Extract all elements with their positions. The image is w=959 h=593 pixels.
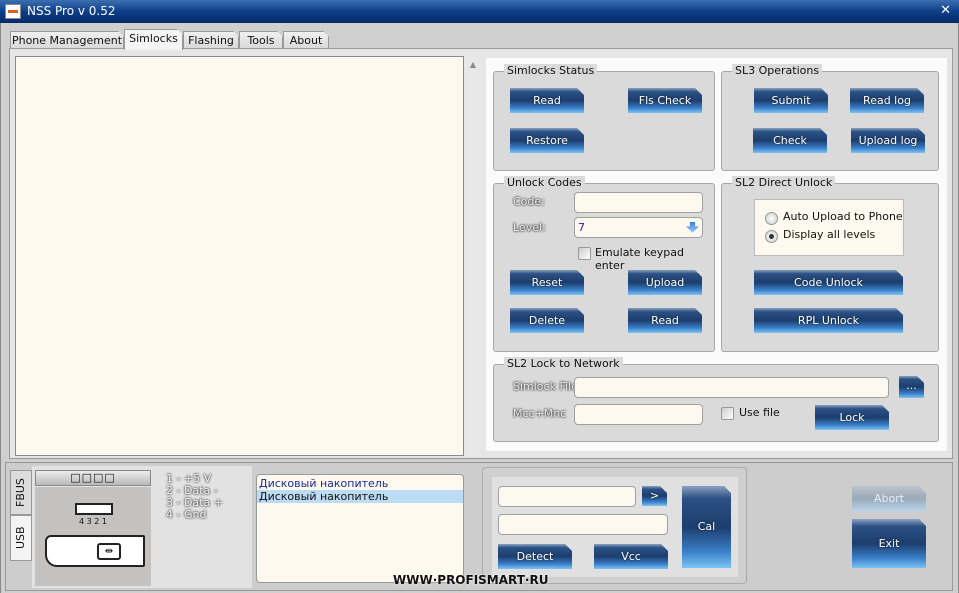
auto-upload-radio[interactable] [765,212,778,225]
tab-tools[interactable]: Tools [239,31,283,49]
restore-button[interactable]: Restore [510,128,584,153]
usb-plug-icon: ⇹ [45,535,145,567]
upload-log-button[interactable]: Upload log [851,128,925,153]
window-title: NSS Pro v 0.52 [27,4,116,18]
tab-usb[interactable]: USB [10,515,32,561]
reset-button[interactable]: Reset [510,270,584,295]
tab-about[interactable]: About [283,31,329,49]
code-input[interactable] [574,192,703,213]
group-title: SL3 Operations [732,64,823,77]
sl2-lock-group: SL2 Lock to Network Simlock File ... Mcc… [493,357,939,442]
pinout-legend: 1 - +5 V 2 - Data - 3 - Data + 4 - Gnd [166,473,223,521]
port-indicator: □□□□ [35,470,151,486]
dropdown-arrow-icon[interactable] [686,222,699,233]
usb-port-icon [75,503,113,515]
simlocks-status-group: Simlocks Status Read Fls Check Restore [493,64,715,171]
emulate-keypad-label: Emulate keypad enter [595,246,684,272]
tab-flashing[interactable]: Flashing [183,31,239,49]
detect-button[interactable]: Detect [498,544,572,569]
log-output[interactable] [15,56,464,456]
read-log-button[interactable]: Read log [850,88,924,113]
code-label: Code: [513,195,545,208]
tab-simlocks[interactable]: Simlocks [124,29,183,50]
watermark: WWW·PROFISMART·RU [393,573,549,587]
scroll-up-icon[interactable]: ▲ [465,60,481,69]
fls-check-button[interactable]: Fls Check [628,88,702,113]
code-unlock-button[interactable]: Code Unlock [754,270,903,295]
app-icon [5,4,21,19]
list-item-selected[interactable]: Дисковый накопитель [257,490,463,503]
group-title: SL2 Lock to Network [504,357,623,370]
submit-button[interactable]: Submit [754,88,828,113]
usb-connector-image: 4 3 2 1 ⇹ [35,487,151,586]
port-combo[interactable] [498,486,636,507]
rpl-unlock-button[interactable]: RPL Unlock [754,308,903,333]
upload-button[interactable]: Upload [628,270,702,295]
mcc-mnc-label: Mcc+Mnc [513,407,567,420]
group-title: Simlocks Status [504,64,598,77]
mcc-mnc-input[interactable] [574,404,703,425]
simlock-file-input[interactable] [574,377,889,398]
use-file-label: Use file [739,406,780,419]
list-item[interactable]: Дисковый накопитель [257,477,463,490]
check-button[interactable]: Check [753,128,827,153]
simlock-file-label: Simlock File [513,380,578,393]
abort-button: Abort [852,486,926,511]
mode-combo[interactable] [498,514,668,535]
level-select[interactable]: 7 [574,217,703,238]
pinout-line: 4 - Gnd [166,508,207,521]
read-code-button[interactable]: Read [628,308,702,333]
tab-phone-management[interactable]: Phone Management [10,31,124,49]
unlock-mode-box: Auto Upload to Phone Display all levels [754,199,904,256]
display-all-levels-radio[interactable] [765,230,778,243]
group-title: SL2 Direct Unlock [732,176,836,189]
level-label: Level: [513,221,546,234]
browse-button[interactable]: ... [899,376,924,398]
sl3-operations-group: SL3 Operations Submit Read log Check Upl… [721,64,939,171]
tab-fbus[interactable]: FBUS [10,470,32,515]
group-title: Unlock Codes [504,176,585,189]
vcc-button[interactable]: Vcc [594,544,668,569]
auto-upload-label: Auto Upload to Phone [783,210,903,223]
level-value: 7 [578,221,585,234]
display-all-levels-label: Display all levels [783,228,876,241]
sl2-direct-unlock-group: SL2 Direct Unlock Auto Upload to Phone D… [721,176,939,352]
log-scrollbar[interactable]: ▲ [465,56,481,456]
device-list[interactable]: Дисковый накопитель Дисковый накопитель [256,474,464,583]
close-button[interactable]: ✕ [940,3,951,18]
lock-button[interactable]: Lock [815,405,889,430]
cal-button[interactable]: Cal [682,486,731,568]
exit-button[interactable]: Exit [852,519,926,568]
emulate-keypad-checkbox[interactable] [578,247,591,260]
read-status-button[interactable]: Read [510,88,584,113]
unlock-codes-group: Unlock Codes Code: Level: 7 Emulate keyp… [493,176,715,352]
title-bar: NSS Pro v 0.52 [0,0,959,23]
pin-numbers: 4 3 2 1 [79,517,107,526]
delete-button[interactable]: Delete [510,308,584,333]
use-file-checkbox[interactable] [721,407,734,420]
